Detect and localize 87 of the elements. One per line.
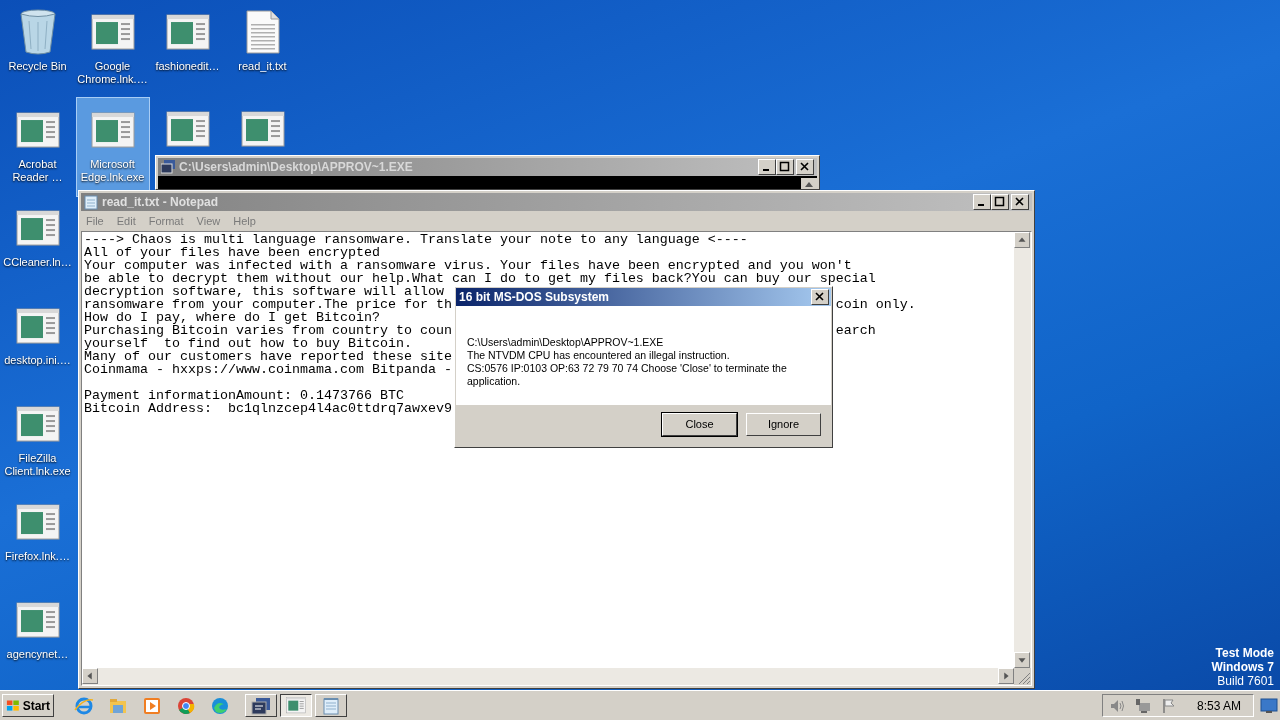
icon-label: agencynet… <box>5 648 70 661</box>
scroll-up-button[interactable] <box>801 178 817 189</box>
scroll-up-button[interactable] <box>1014 232 1030 248</box>
text-line: Many of our customers have reported these site <box>84 350 452 363</box>
window-icon <box>15 503 60 541</box>
window-icon <box>165 110 210 148</box>
desktop-icon[interactable]: agencynet… <box>1 588 74 686</box>
icon-label: Microsoft Edge.lnk.exe <box>79 158 146 184</box>
desktop-icon[interactable]: CCleaner.ln… <box>1 196 74 294</box>
show-desktop-icon[interactable] <box>1260 697 1278 714</box>
desktop-icon[interactable]: fashionedit… <box>151 0 224 98</box>
os-notice-text: Windows 7 <box>1211 660 1274 674</box>
minimize-button[interactable] <box>758 159 776 175</box>
dialog-message: CS:0576 IP:0103 OP:63 72 79 70 74 Choose 'Close' to terminate the application. <box>467 362 788 388</box>
horizontal-scrollbar[interactable] <box>82 668 1014 685</box>
text-file-icon <box>245 10 280 54</box>
icon-label: FileZilla Client.lnk.exe <box>3 452 72 478</box>
icon-label: Recycle Bin <box>7 60 68 73</box>
close-button[interactable] <box>796 159 814 175</box>
clock[interactable]: 8:53 AM <box>1196 696 1241 715</box>
window-icon <box>15 209 60 247</box>
icon-label: desktop.ini.… <box>3 354 72 367</box>
vertical-scrollbar[interactable] <box>1014 232 1031 668</box>
windows-logo-icon <box>6 698 21 713</box>
text-line: yourself to find out how to buy Bitcoin. <box>84 337 412 350</box>
window-icon <box>15 307 60 345</box>
desktop-icon[interactable]: Firefox.lnk.… <box>1 490 74 588</box>
desktop-icon[interactable]: Google Chrome.lnk.… <box>76 0 149 98</box>
text-line: Coinmama - hxxps://www.coinmama.com Bitpanda - <box>84 363 452 376</box>
window-icon <box>90 111 135 149</box>
close-button[interactable] <box>811 289 829 305</box>
taskbar-button[interactable] <box>280 694 312 717</box>
icon-label: fashionedit… <box>154 60 221 73</box>
network-icon[interactable] <box>1134 697 1151 714</box>
desktop-icon[interactable]: Recycle Bin <box>1 0 74 98</box>
text-line: Bitcoin Address: bc1qlnzcep4l4ac0ttdrq7awxev9 <box>84 402 452 415</box>
dialog-button[interactable]: Close <box>662 413 737 436</box>
flag-icon[interactable] <box>1160 697 1177 714</box>
media-player-icon[interactable] <box>142 695 162 716</box>
text-line: Payment informationAmount: 0.1473766 BTC <box>84 389 404 402</box>
console-icon <box>251 696 271 715</box>
window-icon <box>15 405 60 443</box>
window-icon <box>15 601 60 639</box>
text-line: ----> Chaos is multi language ransomware. Translate your note to any language <---- <box>84 233 748 246</box>
start-button[interactable]: Start <box>2 694 54 717</box>
recycle-bin-icon <box>18 9 57 55</box>
text-line: Your computer was infected with a ransomware virus. Your files have been encrypted and you won't <box>84 259 852 272</box>
window-icon <box>286 697 306 714</box>
text-line: How do I pay, where do I get Bitcoin? <box>84 311 380 324</box>
scroll-left-button[interactable] <box>82 668 98 684</box>
text-line: be able to decrypt them without our help.What can I do to get my files back?You can buy our special <box>84 272 876 285</box>
maximize-button[interactable] <box>776 159 794 175</box>
text-line: All of your files have been encrypted <box>84 246 380 259</box>
window-title: read_it.txt - Notepad <box>102 194 219 211</box>
dialog-message: C:\Users\admin\Desktop\APPROV~1.EXE <box>467 336 665 349</box>
window-icon <box>240 110 285 148</box>
window-title: C:\Users\admin\Desktop\APPROV~1.EXE <box>179 159 414 176</box>
minimize-button[interactable] <box>973 194 991 210</box>
icon-label: CCleaner.ln… <box>2 256 73 269</box>
icon-label: Acrobat Reader … <box>11 158 64 184</box>
dialog-message: The NTVDM CPU has encountered an illegal instruction. <box>467 349 731 362</box>
dialog-button[interactable]: Ignore <box>746 413 821 436</box>
chrome-icon[interactable] <box>176 695 196 716</box>
console-icon <box>161 160 175 174</box>
window-icon <box>90 13 135 51</box>
os-notice-text: Test Mode <box>1215 646 1274 660</box>
desktop-icon[interactable]: desktop.ini.… <box>1 294 74 392</box>
icon-label: read_it.txt <box>237 60 288 73</box>
text-line: Purchasing Bitcoin varies from country to coun <box>84 324 453 337</box>
text-line: earch <box>835 324 876 337</box>
desktop-icon[interactable]: Acrobat Reader … <box>1 98 74 196</box>
notepad-icon <box>84 194 98 210</box>
dialog-title: 16 bit MS-DOS Subsystem <box>459 289 611 306</box>
text-line: coin only. <box>835 298 916 311</box>
scroll-right-button[interactable] <box>998 668 1014 684</box>
desktop-icon[interactable]: FileZilla Client.lnk.exe <box>1 392 74 490</box>
close-button[interactable] <box>1011 194 1029 210</box>
scroll-down-button[interactable] <box>1014 652 1030 668</box>
os-notice-text: Build 7601 <box>1217 674 1274 688</box>
window-icon <box>165 13 210 51</box>
window-icon <box>15 111 60 149</box>
text-line: decryption software, this software will allow <box>84 285 444 298</box>
icon-label: Firefox.lnk.… <box>4 550 71 563</box>
notepad-icon <box>323 696 339 715</box>
icon-label: Google Chrome.lnk.… <box>76 60 149 86</box>
desktop-icon[interactable]: read_it.txt <box>226 0 299 98</box>
maximize-button[interactable] <box>991 194 1009 210</box>
